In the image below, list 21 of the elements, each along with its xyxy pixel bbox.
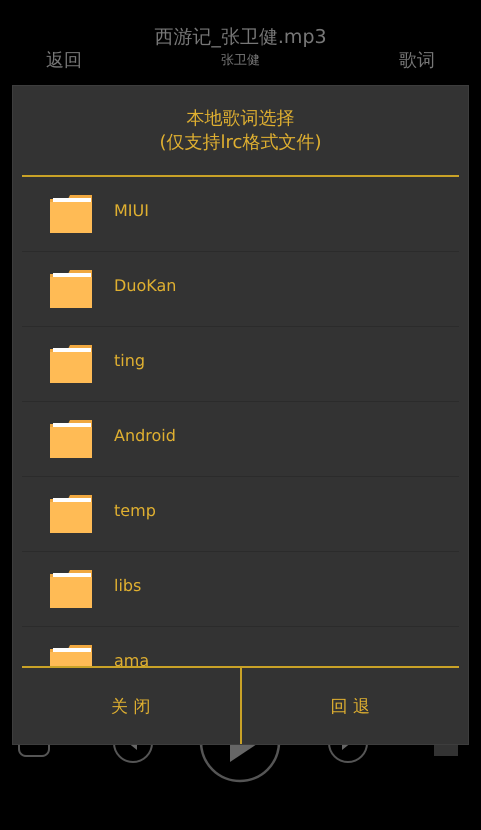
dialog-title: 本地歌词选择 bbox=[186, 107, 296, 131]
folder-icon bbox=[50, 570, 92, 608]
song-title: 西游记_张卫健.mp3 bbox=[153, 25, 328, 50]
folder-item[interactable]: Android bbox=[22, 402, 459, 477]
folder-icon bbox=[50, 420, 92, 458]
back-button[interactable]: 回 退 bbox=[240, 668, 459, 744]
lyrics-button[interactable]: 歌词 bbox=[391, 46, 443, 74]
folder-item[interactable]: temp bbox=[22, 477, 459, 552]
folder-icon bbox=[50, 495, 92, 533]
folder-item[interactable]: libs bbox=[22, 552, 459, 627]
folder-item[interactable]: DuoKan bbox=[22, 252, 459, 327]
folder-icon bbox=[50, 270, 92, 308]
folder-item[interactable]: ama bbox=[22, 627, 459, 666]
artist-name: 张卫健 bbox=[221, 52, 260, 69]
folder-item[interactable]: ting bbox=[22, 327, 459, 402]
folder-icon bbox=[50, 345, 92, 383]
close-button[interactable]: 关 闭 bbox=[22, 668, 240, 744]
folder-icon bbox=[50, 195, 92, 233]
folder-item[interactable]: MIUI bbox=[22, 177, 459, 252]
back-button[interactable]: 返回 bbox=[38, 46, 90, 74]
dialog-subtitle: (仅支持lrc格式文件) bbox=[158, 131, 322, 155]
